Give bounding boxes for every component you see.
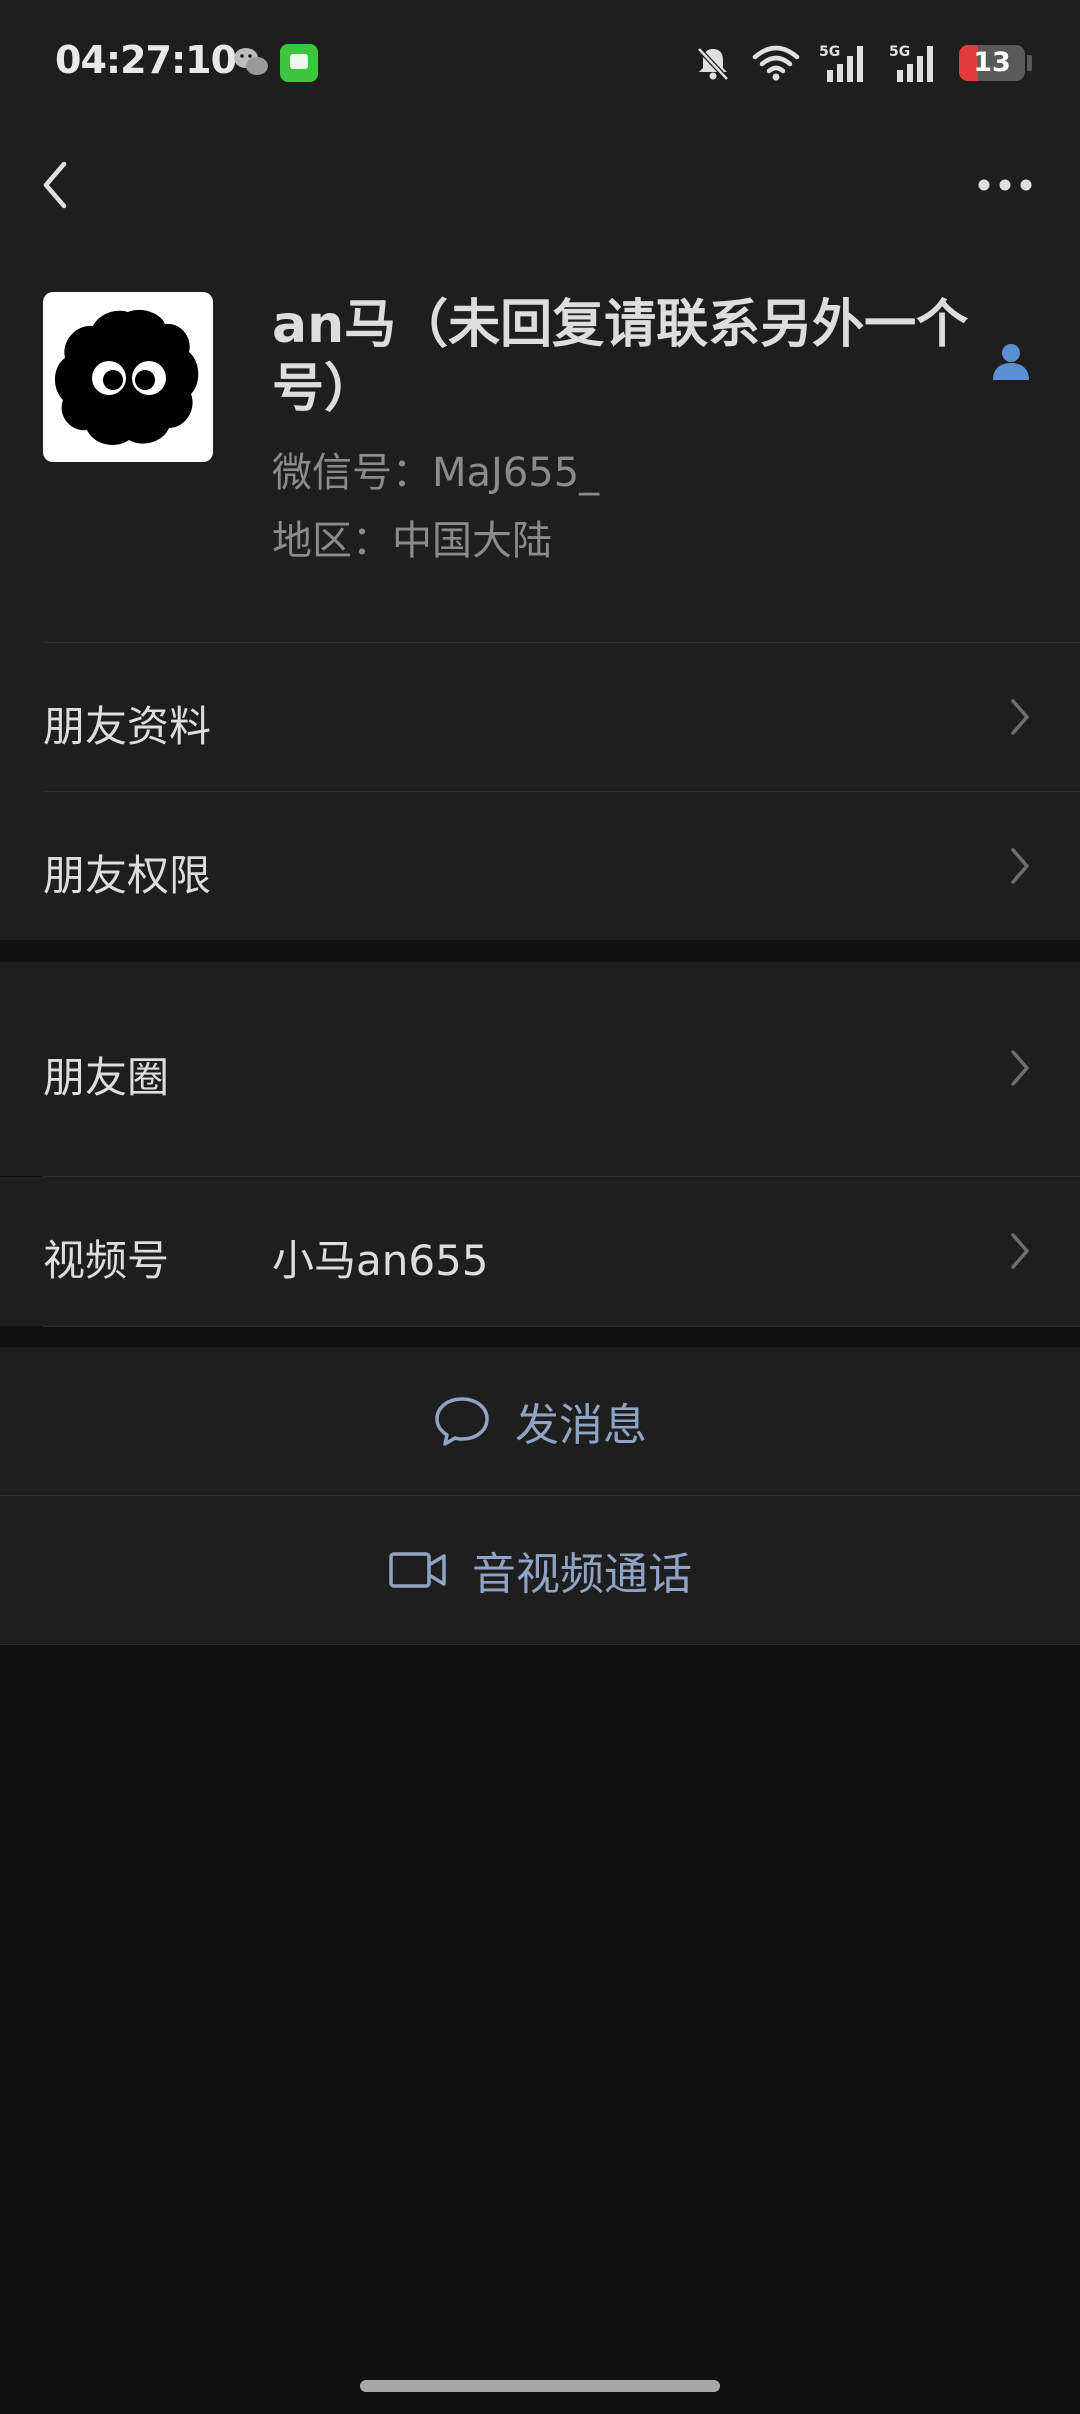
battery-level: 13 (973, 47, 1011, 78)
menu-item-label: 视频号 (43, 1236, 170, 1285)
menu-item-friend-permissions[interactable]: 朋友权限 (0, 792, 1080, 940)
5g-signal-icon: 5G (819, 44, 863, 82)
battery-icon: 13 (959, 45, 1025, 81)
menu-item-channels[interactable]: 视频号 小马an655 (0, 1177, 1080, 1326)
chevron-left-icon (43, 161, 67, 209)
mute-icon (697, 47, 729, 81)
menu-item-label: 朋友圈 (43, 1053, 170, 1102)
more-button[interactable] (970, 160, 1040, 210)
5g-signal-icon: 5G (889, 44, 933, 82)
section-gap (0, 1327, 1080, 1347)
wechat-id: 微信号：MaJ655_ (272, 450, 600, 496)
channels-value: 小马an655 (272, 1236, 489, 1285)
menu-item-label: 朋友资料 (43, 702, 212, 751)
section-gap (0, 940, 1080, 962)
svg-text:5G: 5G (819, 44, 840, 60)
wifi-icon (752, 45, 800, 81)
chat-bubble-icon (435, 1397, 489, 1446)
wechat-icon (234, 48, 268, 75)
home-indicator[interactable] (360, 2380, 720, 2392)
contact-name: an马（未回复请联系另外一个号） (272, 295, 969, 419)
status-time: 04:27:10 (55, 38, 237, 82)
menu-item-friend-info[interactable]: 朋友资料 (0, 643, 1080, 790)
contact-profile-page: 04:27:10 5G 5G 13 an马（未回复请联系另外一个号） 微信号：M… (0, 0, 1080, 2414)
message-app-icon (280, 44, 318, 82)
send-message-button[interactable]: 发消息 (0, 1347, 1080, 1495)
battery-tip (1027, 55, 1032, 71)
soot-sprite-avatar-image (54, 309, 199, 445)
divider (0, 1644, 1080, 1645)
contact-person-icon[interactable] (990, 340, 1032, 382)
chevron-right-icon (1011, 699, 1029, 735)
chevron-right-icon (1011, 1050, 1029, 1086)
video-camera-icon (389, 1552, 446, 1588)
svg-text:5G: 5G (889, 44, 910, 60)
menu-item-label: 朋友权限 (43, 851, 212, 900)
menu-item-moments[interactable]: 朋友圈 (0, 962, 1080, 1176)
avatar[interactable] (43, 292, 213, 462)
voice-video-call-label: 音视频通话 (472, 1549, 692, 1600)
status-indicators: 5G 5G 13 (693, 40, 1032, 86)
chevron-right-icon (1011, 1233, 1029, 1269)
send-message-label: 发消息 (515, 1400, 647, 1451)
voice-video-call-button[interactable]: 音视频通话 (0, 1496, 1080, 1644)
more-dots-icon (978, 179, 1032, 191)
status-bar: 04:27:10 5G 5G 13 (0, 0, 1080, 130)
chevron-right-icon (1011, 848, 1029, 884)
region: 地区：中国大陆 (272, 518, 552, 564)
back-button[interactable] (30, 155, 80, 215)
